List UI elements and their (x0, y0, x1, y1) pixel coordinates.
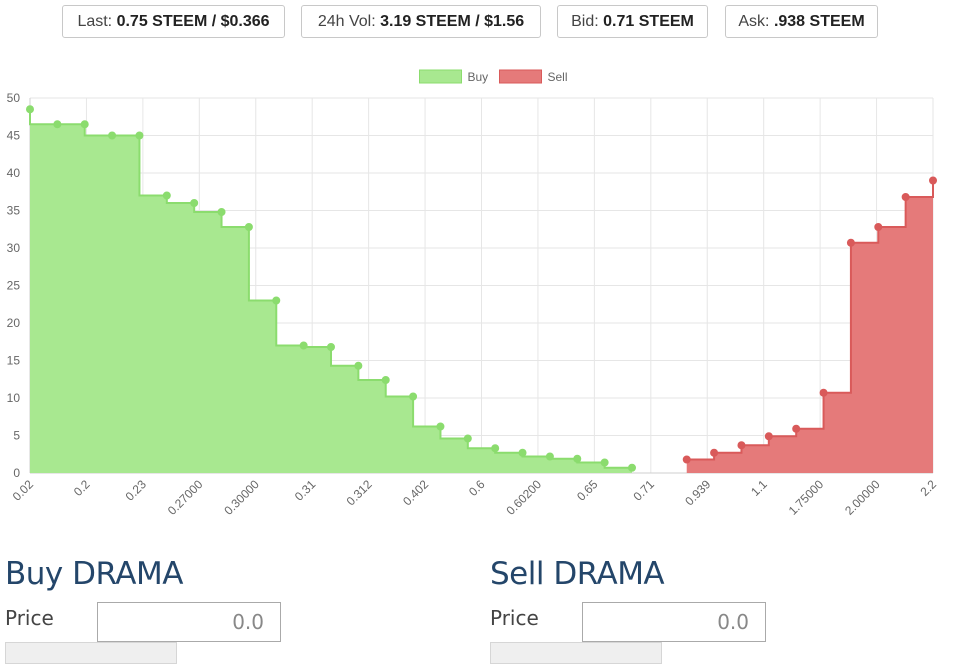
buy-price-label: Price (5, 606, 54, 630)
y-tick-label: 15 (7, 354, 21, 368)
buy-point (244, 223, 253, 231)
x-tick-label: 0.65 (574, 477, 601, 504)
y-tick-label: 30 (7, 241, 21, 255)
legend-label-sell: Sell (548, 70, 568, 84)
volume-badge: 24h Vol: 3.19 STEEM / $1.56 (301, 5, 541, 38)
legend-label-buy: Buy (468, 70, 489, 84)
ask-label: Ask: (738, 13, 770, 30)
buy-point (190, 199, 199, 207)
sell-point (819, 388, 828, 397)
x-tick-label: 2.2 (917, 477, 939, 499)
depth-chart: 0 5 10 15 20 25 30 35 40 45 50 0.02 0.2 0.23 0.27000 0.… (7, 69, 939, 518)
volume-value: 3.19 STEEM / $1.56 (380, 13, 525, 30)
y-tick-label: 25 (7, 279, 21, 293)
x-tick-label: 1.1 (748, 477, 770, 499)
x-tick-label: 0.31 (292, 477, 319, 504)
buy-point (80, 120, 89, 129)
buy-point (217, 208, 226, 216)
ask-badge: Ask: .938 STEEM (725, 5, 878, 38)
x-tick-label: 0.402 (400, 477, 431, 508)
sell-point (874, 223, 883, 231)
buy-point (26, 105, 34, 114)
last-price-value: 0.75 STEEM / $0.366 (116, 13, 270, 30)
sell-submit-button[interactable] (490, 642, 662, 664)
sell-price-input[interactable] (582, 602, 766, 642)
y-tick-label: 35 (7, 204, 21, 218)
x-tick-label: 0.312 (344, 477, 375, 508)
sell-point (737, 441, 746, 450)
last-price-label: Last: (77, 13, 113, 30)
sell-point (764, 432, 773, 441)
volume-label: 24h Vol: (317, 13, 376, 30)
sell-point (792, 424, 801, 433)
buy-point (327, 343, 335, 351)
legend-swatch-sell (499, 69, 542, 84)
x-tick-label: 0.30000 (221, 477, 262, 518)
buy-point (491, 444, 500, 453)
buy-point (628, 463, 636, 472)
y-tick-label: 45 (7, 129, 21, 143)
buy-point (135, 131, 144, 140)
y-tick-label: 0 (13, 466, 20, 480)
buy-point (436, 422, 445, 431)
x-tick-label: 2.00000 (842, 477, 883, 518)
buy-point (409, 392, 418, 401)
y-tick-label: 50 (7, 91, 21, 105)
sell-point (710, 448, 719, 457)
x-tick-label: 0.939 (682, 477, 713, 508)
buy-point (545, 452, 554, 461)
legend-swatch-buy (419, 69, 462, 84)
buy-point (573, 454, 582, 463)
x-tick-label: 0.6 (466, 477, 488, 499)
buy-point (518, 448, 527, 457)
ask-value: .938 STEEM (773, 13, 865, 30)
y-tick-label: 40 (7, 166, 21, 180)
buy-point (53, 120, 62, 129)
y-tick-label: 10 (7, 391, 21, 405)
y-tick-label: 20 (7, 316, 21, 330)
x-tick-label: 0.23 (123, 477, 150, 504)
buy-point (463, 434, 472, 443)
buy-area (30, 109, 632, 473)
y-tick-label: 5 (13, 429, 20, 443)
x-tick-label: 0.71 (631, 477, 658, 504)
buy-point (600, 458, 609, 467)
buy-point (299, 341, 308, 350)
x-tick-label: 0.60200 (503, 477, 544, 518)
sell-price-label: Price (490, 606, 539, 630)
bid-value: 0.71 STEEM (603, 13, 694, 30)
sell-point (682, 455, 691, 464)
buy-form-title: Buy DRAMA (5, 556, 183, 592)
buy-point (381, 376, 390, 384)
sell-form-title: Sell DRAMA (490, 556, 665, 592)
x-tick-label: 0.2 (71, 477, 93, 499)
buy-price-input[interactable] (97, 602, 281, 642)
buy-point (354, 361, 363, 370)
sell-point (846, 238, 855, 247)
buy-point (162, 191, 171, 200)
buy-point (272, 296, 281, 305)
x-tick-label: 1.75000 (786, 477, 827, 518)
buy-point (108, 131, 117, 140)
bid-label: Bid: (571, 13, 599, 30)
bid-badge: Bid: 0.71 STEEM (557, 5, 708, 38)
sell-point (929, 176, 937, 185)
x-tick-label: 0.27000 (165, 477, 206, 518)
x-tick-label: 0.02 (10, 477, 37, 504)
buy-submit-button[interactable] (5, 642, 177, 664)
last-price-badge: Last: 0.75 STEEM / $0.366 (62, 5, 285, 38)
sell-point (901, 193, 910, 201)
